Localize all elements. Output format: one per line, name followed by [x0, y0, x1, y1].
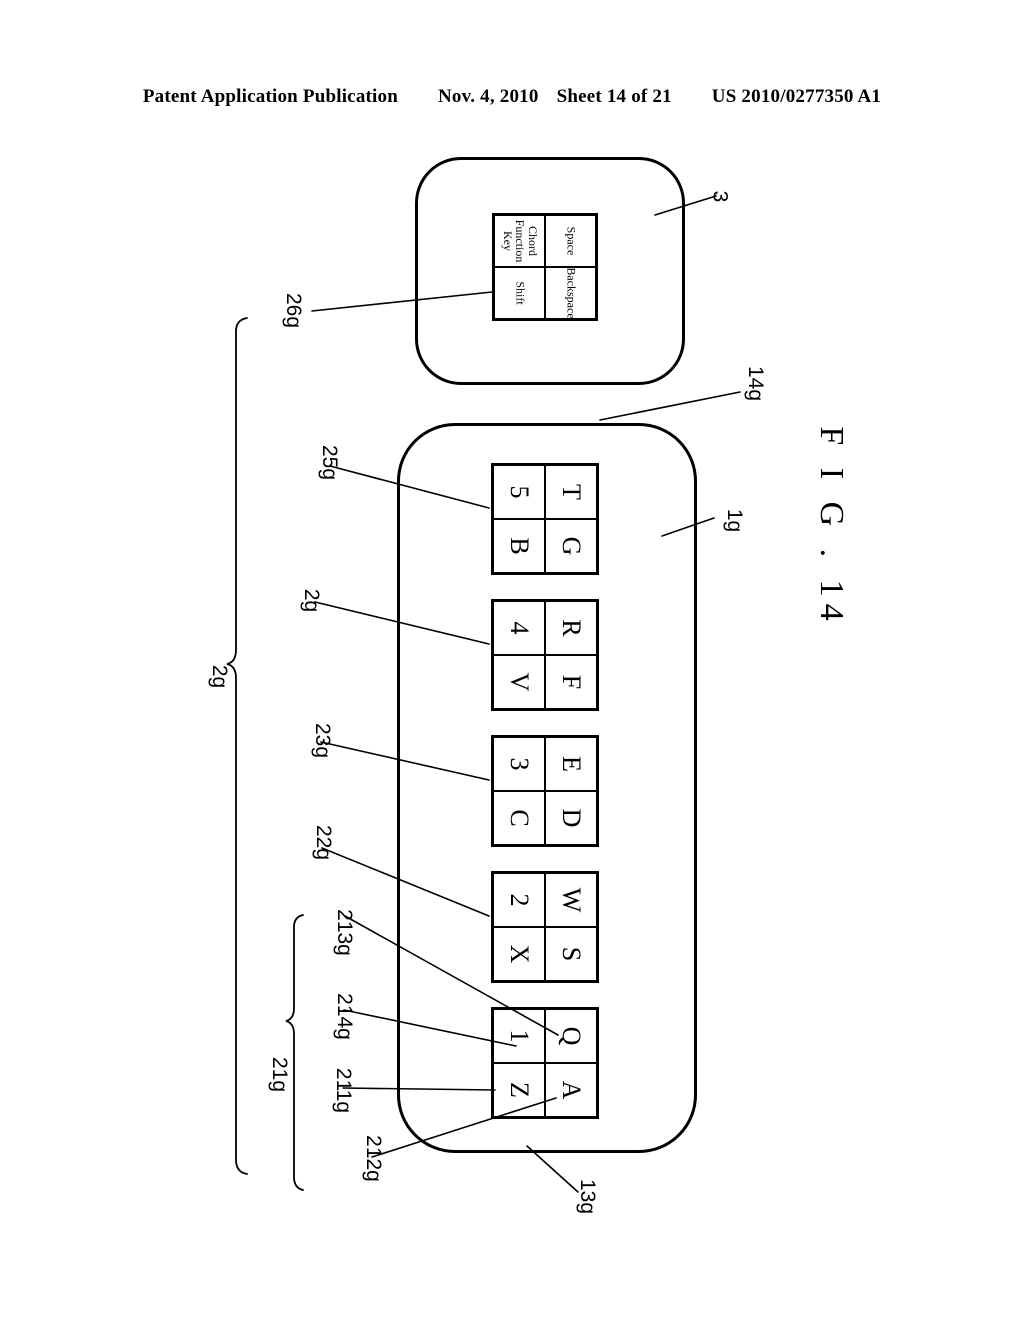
ref-21g-brace: 21g	[268, 1056, 292, 1093]
key-label: 4	[505, 621, 534, 635]
key-cell-5[interactable]: 5	[493, 465, 545, 519]
ref-214g: 214g	[332, 993, 356, 1040]
ref-212g: 212g	[361, 1135, 385, 1182]
key-label: 3	[505, 757, 534, 771]
key-label: A	[557, 1080, 586, 1100]
ref-14g: 14g	[744, 365, 768, 402]
key-label: B	[505, 537, 534, 555]
ref-211g: 211g	[332, 1067, 356, 1114]
key-cell-w[interactable]: W	[545, 873, 597, 927]
key-label: F	[557, 674, 586, 690]
ref-213g: 213g	[332, 909, 356, 956]
key-label: C	[505, 809, 534, 827]
ref-3: 3	[708, 190, 732, 203]
header-date: Nov. 4, 2010	[438, 86, 539, 107]
header-publication: Patent Application Publication	[142, 86, 398, 107]
header-sheet: Sheet 14 of 21	[556, 86, 672, 107]
key-cell-q-211g[interactable]: Q	[545, 1009, 597, 1063]
key-cell-x[interactable]: X	[493, 927, 545, 981]
key-cell-4[interactable]: 4	[493, 601, 545, 655]
ref-1g: 1g	[723, 508, 747, 533]
key-label: E	[557, 756, 586, 772]
key-label: X	[505, 944, 534, 964]
key-label: 2	[505, 893, 534, 907]
key-cell-3[interactable]: 3	[493, 737, 545, 791]
chord-cell-chord-function-key[interactable]: Chord Function Key	[494, 215, 545, 267]
key-cell-v[interactable]: V	[493, 655, 545, 709]
key-label: V	[505, 672, 534, 692]
ref-25g: 25g	[318, 444, 342, 481]
key-label: D	[557, 808, 586, 828]
leader-14g	[599, 391, 741, 421]
ref-22g: 22g	[312, 824, 336, 861]
key-label: G	[557, 536, 586, 556]
chord-function-panel: Chord Function Key Space Shift Backspace	[492, 213, 598, 321]
ref-24g: 2g	[300, 588, 324, 613]
key-cell-a-212g[interactable]: A	[545, 1063, 597, 1117]
key-cell-b[interactable]: B	[493, 519, 545, 573]
ref-2g-brace: 2g	[208, 664, 232, 689]
key-label: W	[557, 887, 586, 913]
chord-cell-label: Chord Function Key	[500, 219, 540, 263]
key-label: S	[557, 946, 586, 962]
chord-cell-shift[interactable]: Shift	[494, 267, 545, 319]
key-cell-e[interactable]: E	[545, 737, 597, 791]
key-group-21g: 1 Q Z A	[491, 1007, 599, 1119]
ref-23g: 23g	[311, 722, 335, 759]
ref-13g: 13g	[576, 1178, 600, 1215]
key-cell-d[interactable]: D	[545, 791, 597, 845]
chord-cell-backspace[interactable]: Backspace	[545, 267, 596, 319]
key-label: 1	[505, 1029, 534, 1043]
chord-cell-label: Shift	[512, 281, 527, 305]
key-label: Q	[557, 1026, 586, 1046]
key-group-25g: 5 T B G	[491, 463, 599, 575]
key-cell-2[interactable]: 2	[493, 873, 545, 927]
key-group-22g: 2 W X S	[491, 871, 599, 983]
key-cell-1-213g[interactable]: 1	[493, 1009, 545, 1063]
key-cell-z-214g[interactable]: Z	[493, 1063, 545, 1117]
key-group-24g: 4 R V F	[491, 599, 599, 711]
ref-26g: 26g	[282, 292, 306, 329]
sheet-header: Patent Application Publication Nov. 4, 20…	[0, 86, 1024, 108]
key-cell-c[interactable]: C	[493, 791, 545, 845]
key-label: 5	[505, 485, 534, 499]
key-cell-g[interactable]: G	[545, 519, 597, 573]
chord-cell-space[interactable]: Space	[545, 215, 596, 267]
chord-cell-label: Space	[563, 226, 578, 256]
brace-2g	[226, 317, 248, 1175]
key-cell-t[interactable]: T	[545, 465, 597, 519]
brace-21g	[285, 914, 304, 1191]
key-label: Z	[505, 1082, 534, 1098]
key-cell-r[interactable]: R	[545, 601, 597, 655]
header-patent-number: US 2010/0277350 A1	[711, 86, 882, 107]
chord-cell-label: Backspace	[563, 267, 578, 319]
figure-caption: F I G . 14	[813, 426, 850, 628]
key-label: R	[557, 619, 586, 637]
key-label: T	[557, 484, 586, 500]
patent-drawing-sheet: Patent Application Publication Nov. 4, 20…	[0, 0, 1024, 1320]
key-cell-s[interactable]: S	[545, 927, 597, 981]
key-group-23g: 3 E C D	[491, 735, 599, 847]
key-cell-f[interactable]: F	[545, 655, 597, 709]
